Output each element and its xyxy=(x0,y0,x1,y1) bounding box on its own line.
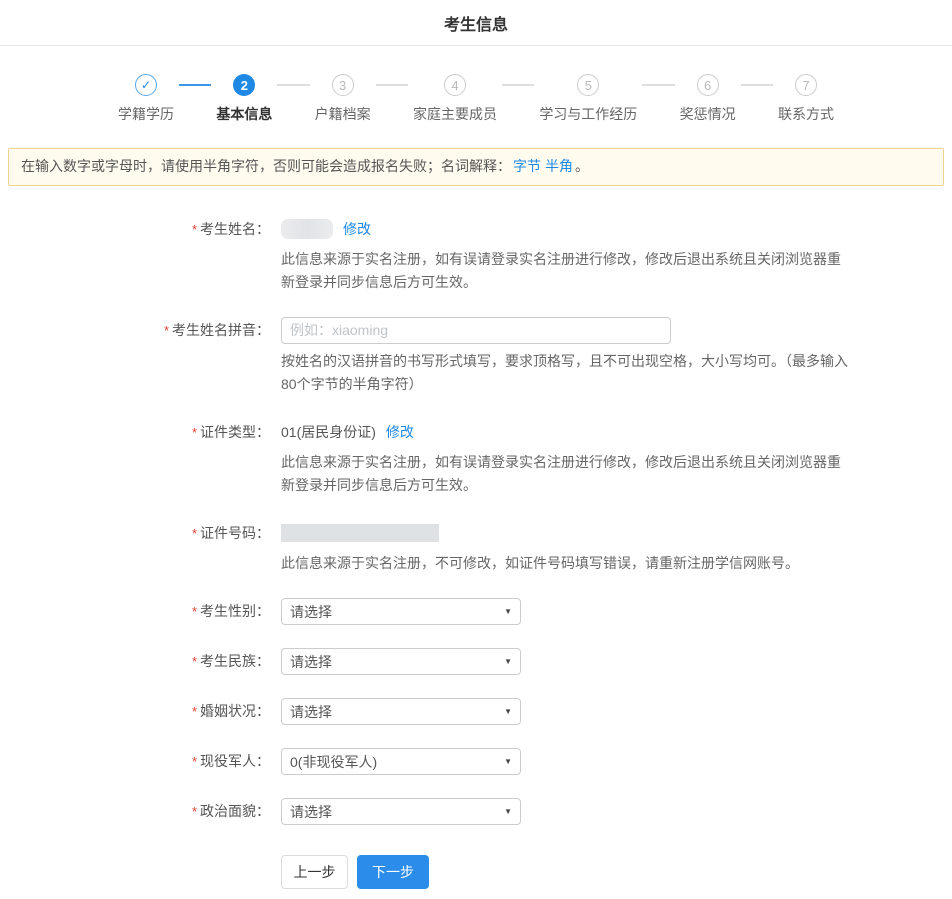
id-type-modify-link[interactable]: 修改 xyxy=(386,422,414,442)
prev-step-button[interactable]: 上一步 xyxy=(281,855,348,889)
step-label-lianxi-fangshi: 联系方式 xyxy=(778,104,834,124)
required-mark: * xyxy=(192,654,197,669)
field-row-gender: *考生性别： 请选择 ▼ xyxy=(0,598,952,625)
step-label-jiating-chengyuan: 家庭主要成员 xyxy=(413,104,497,124)
required-mark: * xyxy=(192,754,197,769)
step-label-huji-dangan: 户籍档案 xyxy=(315,104,371,124)
candidate-info-page: 考生信息 ✓ 学籍学历 2 基本信息 3 户籍档案 4 家庭主要成员 5 学习与… xyxy=(0,0,952,889)
chevron-down-icon: ▼ xyxy=(504,758,512,766)
stepper: ✓ 学籍学历 2 基本信息 3 户籍档案 4 家庭主要成员 5 学习与工作经历 … xyxy=(118,74,834,124)
step-jiben-xinxi[interactable]: 2 基本信息 xyxy=(216,74,272,124)
name-pinyin-label: *考生姓名拼音： xyxy=(0,317,270,396)
marital-status-label: *婚姻状况： xyxy=(0,698,270,725)
notice-period: 。 xyxy=(575,158,589,174)
step-connector xyxy=(502,84,534,86)
ethnicity-select-value: 请选择 xyxy=(290,652,332,672)
step-number-2: 2 xyxy=(233,74,255,96)
step-number-6: 6 xyxy=(697,74,719,96)
candidate-name-help-text: 此信息来源于实名注册，如有误请登录实名注册进行修改，修改后退出系统且关闭浏览器重… xyxy=(281,248,853,294)
notice-text: 在输入数字或字母时，请使用半角字符，否则可能会造成报名失败；名词解释： xyxy=(21,158,511,174)
field-row-marital-status: *婚姻状况： 请选择 ▼ xyxy=(0,698,952,725)
page-header: 考生信息 xyxy=(0,0,952,46)
page-title: 考生信息 xyxy=(444,11,508,35)
field-row-military-status: *现役军人： 0(非现役军人) ▼ xyxy=(0,748,952,775)
step-jiating-chengyuan[interactable]: 4 家庭主要成员 xyxy=(413,74,497,124)
required-mark: * xyxy=(192,425,197,440)
step-xueji-xueli[interactable]: ✓ 学籍学历 xyxy=(118,74,174,124)
field-row-political-status: *政治面貌： 请选择 ▼ xyxy=(0,798,952,825)
basic-info-form: *考生姓名： 修改 此信息来源于实名注册，如有误请登录实名注册进行修改，修改后退… xyxy=(0,216,952,890)
form-actions: 上一步 下一步 xyxy=(281,855,952,889)
candidate-name-label: *考生姓名： xyxy=(0,216,270,294)
id-number-help-text: 此信息来源于实名注册，不可修改，如证件号码填写错误，请重新注册学信网账号。 xyxy=(281,552,853,575)
name-pinyin-help-text: 按姓名的汉语拼音的书写形式填写，要求顶格写，且不可出现空格，大小写均可。（最多输… xyxy=(281,350,853,396)
required-mark: * xyxy=(164,323,169,338)
military-status-label: *现役军人： xyxy=(0,748,270,775)
marital-status-select[interactable]: 请选择 ▼ xyxy=(281,698,521,725)
gender-select-value: 请选择 xyxy=(290,602,332,622)
chevron-down-icon: ▼ xyxy=(504,608,512,616)
halfwidth-notice-bar: 在输入数字或字母时，请使用半角字符，否则可能会造成报名失败；名词解释：字节半角。 xyxy=(8,148,944,186)
step-connector xyxy=(179,84,211,86)
ethnicity-label: *考生民族： xyxy=(0,648,270,675)
required-mark: * xyxy=(192,804,197,819)
required-mark: * xyxy=(192,222,197,237)
field-row-ethnicity: *考生民族： 请选择 ▼ xyxy=(0,648,952,675)
military-status-select[interactable]: 0(非现役军人) ▼ xyxy=(281,748,521,775)
field-row-id-type: *证件类型： 01(居民身份证) 修改 此信息来源于实名注册，如有误请登录实名注… xyxy=(0,419,952,497)
id-number-redacted-value xyxy=(281,524,439,542)
halfwidth-glossary-link[interactable]: 半角 xyxy=(545,158,573,174)
political-status-select[interactable]: 请选择 ▼ xyxy=(281,798,521,825)
check-icon: ✓ xyxy=(135,74,157,96)
step-number-4: 4 xyxy=(444,74,466,96)
id-number-label: *证件号码： xyxy=(0,520,270,575)
step-lianxi-fangshi[interactable]: 7 联系方式 xyxy=(778,74,834,124)
ethnicity-select[interactable]: 请选择 ▼ xyxy=(281,648,521,675)
gender-select[interactable]: 请选择 ▼ xyxy=(281,598,521,625)
step-connector xyxy=(277,84,309,86)
byte-glossary-link[interactable]: 字节 xyxy=(513,158,541,174)
candidate-name-modify-link[interactable]: 修改 xyxy=(343,219,371,239)
step-number-5: 5 xyxy=(577,74,599,96)
required-mark: * xyxy=(192,704,197,719)
chevron-down-icon: ▼ xyxy=(504,708,512,716)
chevron-down-icon: ▼ xyxy=(504,658,512,666)
step-label-jiangcheng-qingkuang: 奖惩情况 xyxy=(680,104,736,124)
marital-status-select-value: 请选择 xyxy=(290,702,332,722)
step-jiangcheng-qingkuang[interactable]: 6 奖惩情况 xyxy=(680,74,736,124)
step-label-xueji-xueli: 学籍学历 xyxy=(118,104,174,124)
name-pinyin-input[interactable] xyxy=(281,317,671,344)
military-status-select-value: 0(非现役军人) xyxy=(290,752,377,772)
step-xuexi-gongzuo-jingli[interactable]: 5 学习与工作经历 xyxy=(539,74,637,124)
step-connector xyxy=(741,84,773,86)
step-connector xyxy=(642,84,674,86)
step-connector xyxy=(376,84,408,86)
step-huji-dangan[interactable]: 3 户籍档案 xyxy=(315,74,371,124)
step-label-xuexi-gongzuo-jingli: 学习与工作经历 xyxy=(539,104,637,124)
required-mark: * xyxy=(192,526,197,541)
political-status-label: *政治面貌： xyxy=(0,798,270,825)
field-row-candidate-name: *考生姓名： 修改 此信息来源于实名注册，如有误请登录实名注册进行修改，修改后退… xyxy=(0,216,952,294)
chevron-down-icon: ▼ xyxy=(504,808,512,816)
id-type-value: 01(居民身份证) xyxy=(281,422,376,442)
step-label-jiben-xinxi: 基本信息 xyxy=(216,104,272,124)
gender-label: *考生性别： xyxy=(0,598,270,625)
required-mark: * xyxy=(192,604,197,619)
field-row-name-pinyin: *考生姓名拼音： 按姓名的汉语拼音的书写形式填写，要求顶格写，且不可出现空格，大… xyxy=(0,317,952,396)
step-number-3: 3 xyxy=(332,74,354,96)
field-row-id-number: *证件号码： 此信息来源于实名注册，不可修改，如证件号码填写错误，请重新注册学信… xyxy=(0,520,952,575)
id-type-help-text: 此信息来源于实名注册，如有误请登录实名注册进行修改，修改后退出系统且关闭浏览器重… xyxy=(281,451,853,497)
step-number-7: 7 xyxy=(795,74,817,96)
candidate-name-redacted-value xyxy=(281,219,333,239)
id-type-label: *证件类型： xyxy=(0,419,270,497)
next-step-button[interactable]: 下一步 xyxy=(357,855,429,889)
